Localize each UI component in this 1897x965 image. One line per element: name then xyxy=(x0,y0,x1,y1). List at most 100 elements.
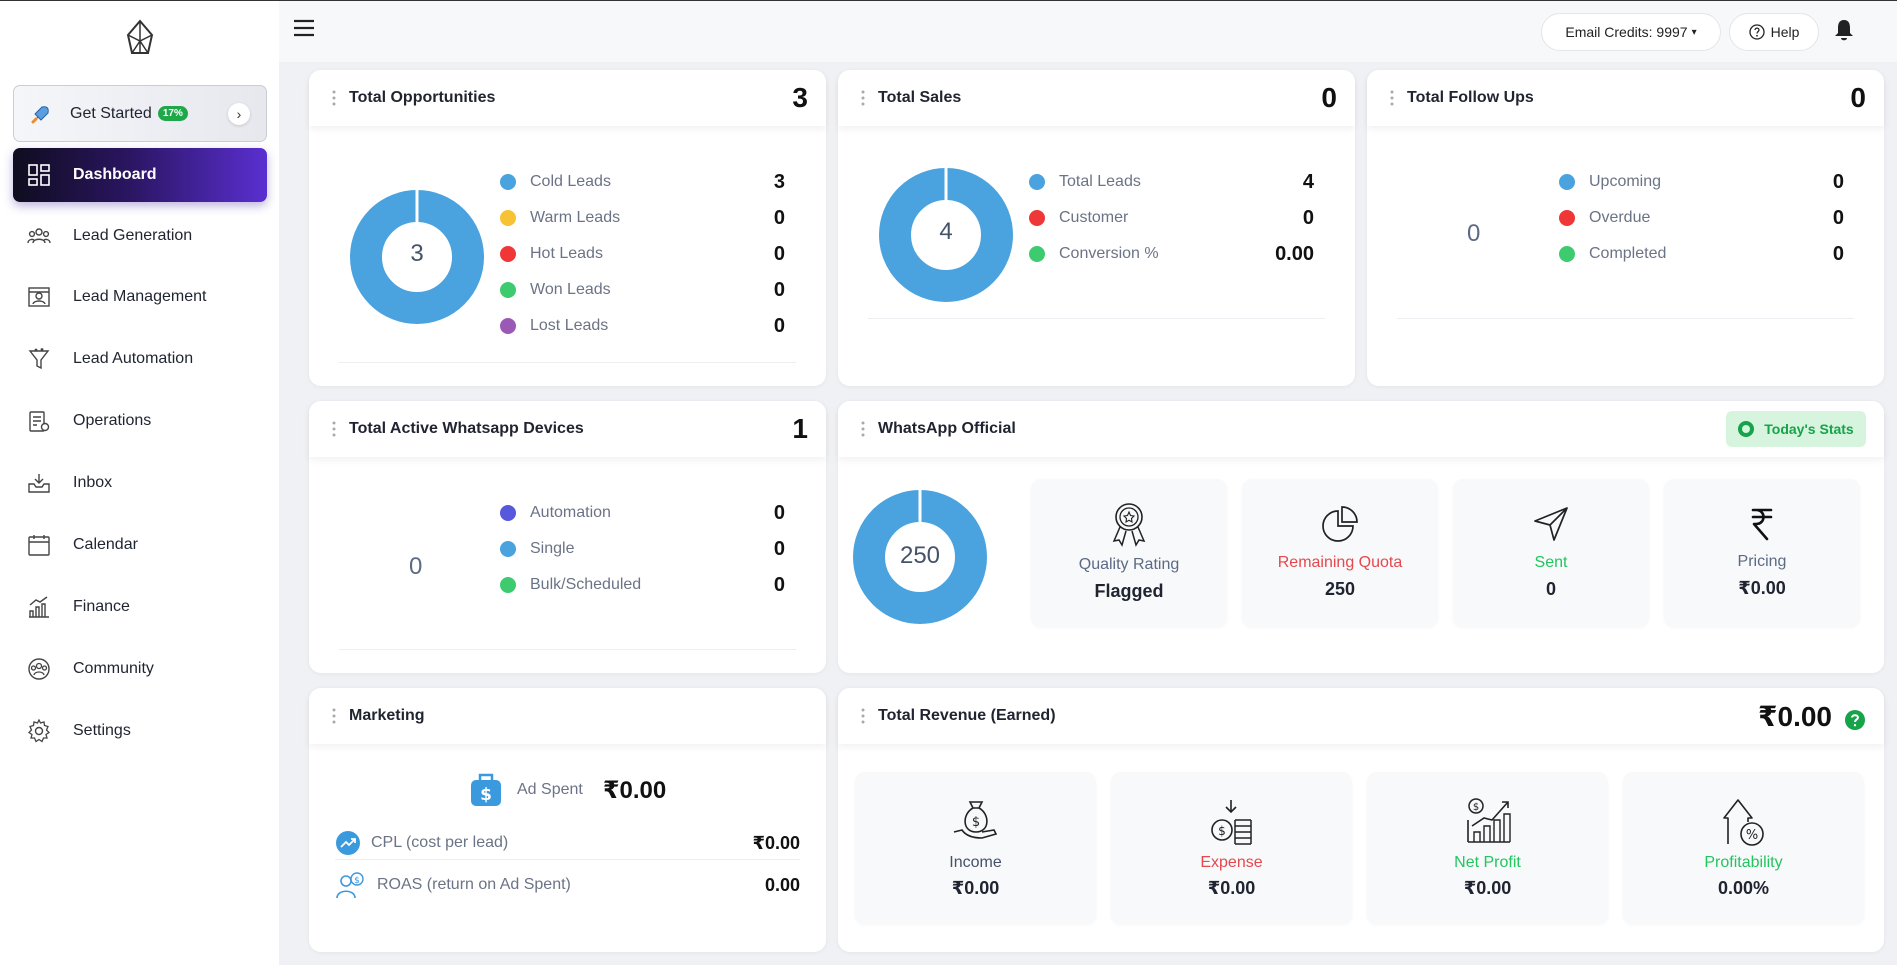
community-icon xyxy=(28,658,50,680)
drag-handle-icon[interactable] xyxy=(331,90,337,106)
sidebar-item-lead-automation[interactable]: Lead Automation xyxy=(13,332,267,386)
followups-card: Total Follow Ups 0 0 Upcoming 0 Overdue 0 … xyxy=(1367,70,1884,386)
inbox-icon xyxy=(28,474,50,493)
card-title: Total Revenue (Earned) xyxy=(878,707,1056,724)
card-title: Total Active Whatsapp Devices xyxy=(349,420,584,437)
tile-value: ₹0.00 xyxy=(951,878,1000,898)
growth-chart-icon: $ xyxy=(1466,798,1511,843)
send-icon xyxy=(1534,507,1568,541)
legend-label: Warm Leads xyxy=(530,209,621,226)
sent-tile: Sent 0 xyxy=(1453,479,1649,627)
drag-handle-icon[interactable] xyxy=(331,708,337,724)
drag-handle-icon[interactable] xyxy=(860,90,866,106)
drag-handle-icon[interactable] xyxy=(1389,90,1395,106)
whatsapp-devices-center-value: 0 xyxy=(409,553,423,580)
card-header: Marketing xyxy=(309,688,826,744)
sidebar-item-finance[interactable]: Finance xyxy=(13,580,267,634)
legend-value: 0 xyxy=(773,206,785,229)
help-button[interactable]: Help xyxy=(1729,13,1819,51)
tile-value: 0.00% xyxy=(1717,878,1770,898)
sidebar-item-label: Lead Management xyxy=(73,288,207,305)
help-icon[interactable] xyxy=(1844,709,1866,731)
briefcase-dollar-icon: $ xyxy=(471,773,501,806)
cpl-label: CPL (cost per lead) xyxy=(371,834,509,851)
legend-label: Cold Leads xyxy=(530,173,611,190)
todays-stats-button[interactable]: Today's Stats xyxy=(1726,411,1866,447)
sidebar-item-inbox[interactable]: Inbox xyxy=(13,456,267,510)
ad-spent-value: ₹0.00 xyxy=(602,776,667,804)
caret-down-icon: ▾ xyxy=(1691,26,1697,38)
legend-dot xyxy=(500,282,516,298)
legend-value: 0 xyxy=(1832,170,1844,193)
drag-handle-icon[interactable] xyxy=(860,421,866,437)
sidebar-item-operations[interactable]: Operations xyxy=(13,394,267,448)
donut-center-value: 250 xyxy=(899,542,941,569)
sidebar-item-dashboard[interactable]: Dashboard xyxy=(13,148,267,202)
email-credits-dropdown[interactable]: Email Credits: 9997 ▾ xyxy=(1541,13,1721,51)
drag-handle-icon[interactable] xyxy=(331,421,337,437)
card-title: WhatsApp Official xyxy=(878,420,1016,437)
net-profit-tile: $ Net Profit ₹0.00 xyxy=(1367,772,1608,924)
sidebar-item-label: Operations xyxy=(73,412,152,429)
legend-label: Completed xyxy=(1589,245,1667,262)
ad-spent-row: $ Ad Spent ₹0.00 xyxy=(469,772,666,808)
chevron-right-icon[interactable]: › xyxy=(228,103,250,125)
tile-label: Profitability xyxy=(1704,854,1783,871)
sidebar-item-community[interactable]: Community xyxy=(13,642,267,696)
user-money-icon: $ xyxy=(336,872,364,899)
card-header: Total Active Whatsapp Devices xyxy=(309,401,826,457)
opportunities-donut-chart: 3 xyxy=(350,190,484,324)
svg-text:$: $ xyxy=(480,785,492,805)
coins-icon: $ xyxy=(1210,800,1252,845)
legend-item: Bulk/Scheduled 0 xyxy=(500,567,785,603)
legend-value: 0 xyxy=(773,314,785,337)
menu-icon[interactable] xyxy=(293,19,315,37)
whatsapp-official-card: WhatsApp Official Today's Stats 250 Qual… xyxy=(838,401,1884,673)
legend-label: Hot Leads xyxy=(530,245,603,262)
remaining-quota-tile: Remaining Quota 250 xyxy=(1242,479,1438,627)
tile-label: Net Profit xyxy=(1454,854,1521,871)
legend-value: 0 xyxy=(1302,206,1314,229)
svg-text:$: $ xyxy=(971,815,979,830)
sidebar-item-settings[interactable]: Settings xyxy=(13,704,267,758)
revenue-card: Total Revenue (Earned) ₹0.00 $ Income ₹0… xyxy=(838,688,1884,952)
bell-icon[interactable] xyxy=(1833,18,1855,42)
legend-dot xyxy=(500,174,516,190)
legend-dot xyxy=(500,541,516,557)
svg-text:$: $ xyxy=(1218,824,1226,838)
sidebar-item-calendar[interactable]: Calendar xyxy=(13,518,267,572)
sidebar-item-lead-generation[interactable]: Lead Generation xyxy=(13,209,267,263)
svg-text:$: $ xyxy=(1472,802,1478,813)
card-title: Total Opportunities xyxy=(349,89,496,106)
legend-item: Total Leads 4 xyxy=(1029,164,1314,200)
followups-legend: Upcoming 0 Overdue 0 Completed 0 xyxy=(1559,164,1844,272)
sidebar-item-label: Dashboard xyxy=(73,166,157,183)
sidebar: Get Started 17% › Dashboard Lead Generat… xyxy=(0,0,279,965)
sidebar-item-label: Calendar xyxy=(73,536,138,553)
drag-handle-icon[interactable] xyxy=(860,708,866,724)
legend-value: 0 xyxy=(773,501,785,524)
get-started-button[interactable]: Get Started 17% › xyxy=(13,85,267,142)
divider xyxy=(339,362,796,363)
marketing-card: Marketing $ Ad Spent ₹0.00 CPL (cost per… xyxy=(309,688,826,952)
legend-label: Single xyxy=(530,540,575,557)
sidebar-item-lead-management[interactable]: Lead Management xyxy=(13,270,267,324)
expense-tile: $ Expense ₹0.00 xyxy=(1111,772,1352,924)
legend-label: Lost Leads xyxy=(530,317,609,334)
clipboard-gear-icon xyxy=(29,411,50,432)
tile-value: ₹0.00 xyxy=(1463,878,1512,898)
legend-value: 0 xyxy=(1832,206,1844,229)
tile-value: 250 xyxy=(1324,579,1356,599)
card-title: Marketing xyxy=(349,707,425,724)
legend-value: 0 xyxy=(1832,242,1844,265)
donut-center-value: 3 xyxy=(410,240,424,267)
followups-center-value: 0 xyxy=(1467,220,1481,247)
divider xyxy=(339,649,796,650)
sales-total: 0 xyxy=(1321,82,1337,113)
svg-text:%: % xyxy=(1745,828,1757,843)
legend-value: 3 xyxy=(773,170,785,193)
award-icon xyxy=(1112,503,1146,547)
get-started-label: Get Started xyxy=(70,104,152,122)
legend-value: 0 xyxy=(773,242,785,265)
legend-label: Bulk/Scheduled xyxy=(530,576,642,593)
